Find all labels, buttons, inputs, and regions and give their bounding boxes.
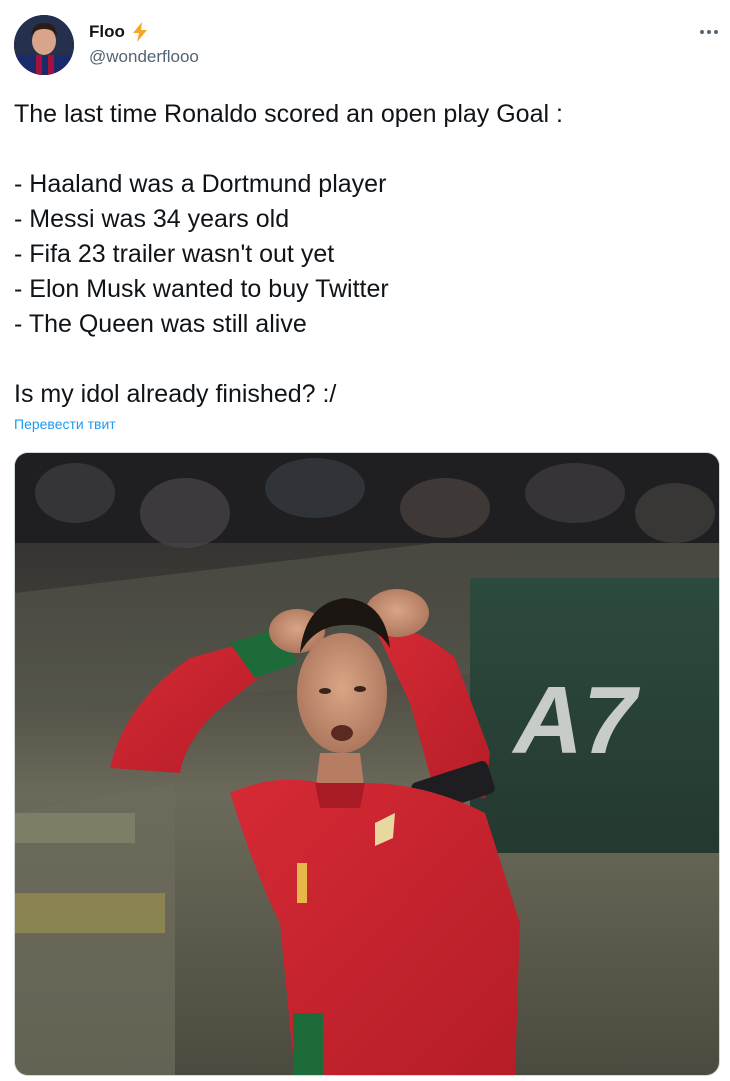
board-text: A7: [512, 667, 641, 774]
tweet-line: - Haaland was a Dortmund player: [14, 170, 387, 198]
tweet-line: [14, 342, 714, 377]
tweet-line: The last time Ronaldo scored an open pla…: [14, 100, 563, 128]
tweet-line: - Elon Musk wanted to buy Twitter: [14, 275, 389, 303]
avatar[interactable]: [14, 15, 74, 75]
tweet-header: Floo @wonderflooo: [0, 0, 730, 90]
tweet-line: - The Queen was still alive: [14, 310, 307, 338]
tweet-line: Is my idol already finished? :/: [14, 380, 337, 408]
tweet-line: [14, 132, 714, 167]
tweet-text: The last time Ronaldo scored an open pla…: [14, 97, 714, 412]
author-handle[interactable]: @wonderflooo: [89, 47, 199, 67]
tweet-line: - Messi was 34 years old: [14, 205, 290, 233]
photo-icon: A7: [15, 453, 719, 1075]
display-name[interactable]: Floo: [89, 22, 125, 42]
lightning-bolt-icon: [132, 22, 147, 42]
tweet-photo[interactable]: A7: [14, 452, 720, 1076]
translate-tweet-link[interactable]: Перевести твит: [14, 416, 116, 432]
author-name-row: Floo: [89, 22, 149, 42]
more-options-icon[interactable]: [694, 22, 724, 42]
tweet-line: - Fifa 23 trailer wasn't out yet: [14, 240, 335, 268]
avatar-image: [14, 15, 74, 75]
